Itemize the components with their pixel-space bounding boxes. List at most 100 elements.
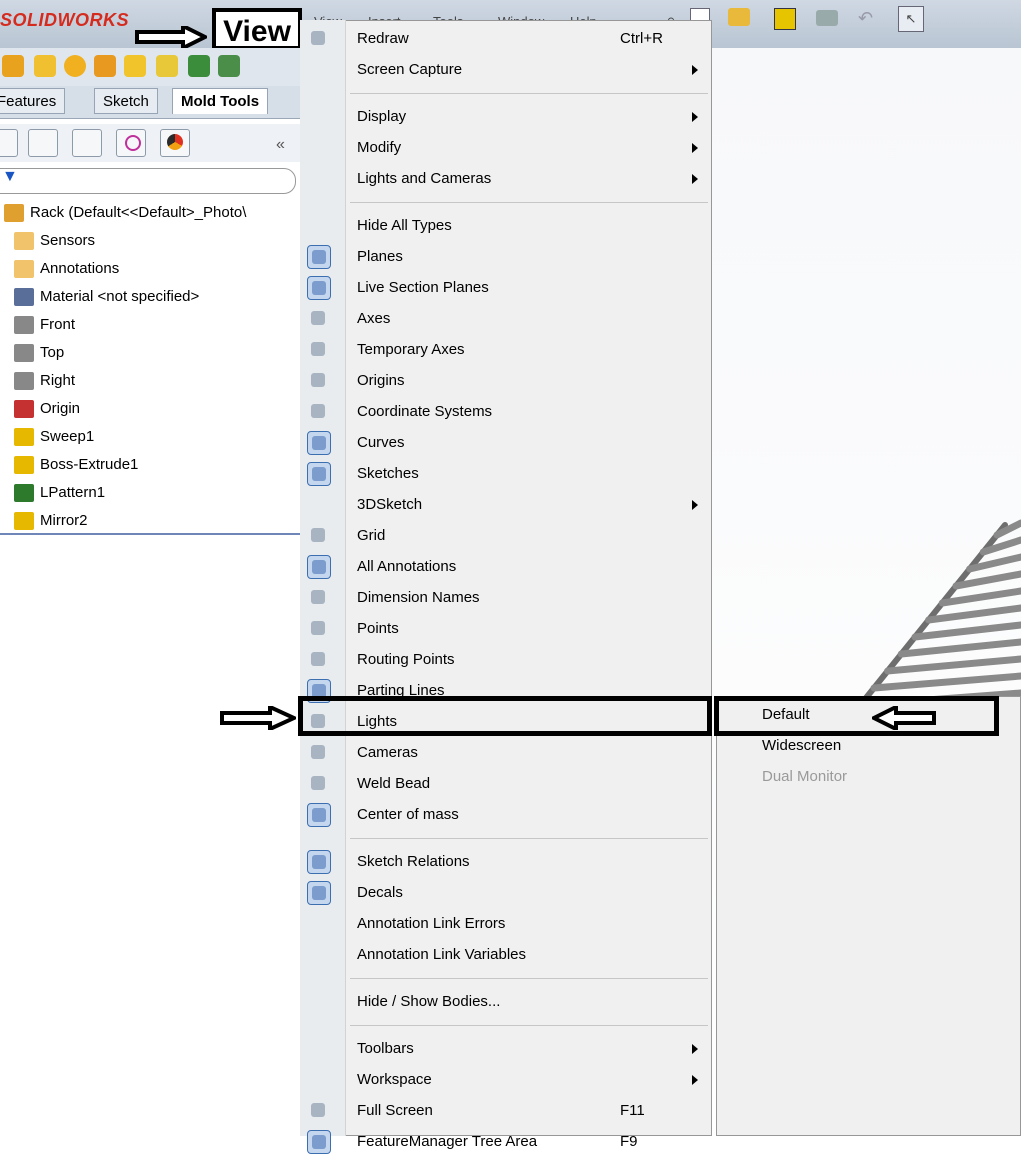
menu-item[interactable]: Sketches: [357, 459, 419, 489]
fillet-icon[interactable]: [124, 55, 146, 77]
menu-item[interactable]: Full Screen: [357, 1096, 433, 1126]
submenu-arrow-icon: [692, 1075, 698, 1085]
center-of-mass-icon: [307, 803, 331, 827]
extrude-icon[interactable]: [2, 55, 24, 77]
menu-item[interactable]: Routing Points: [357, 645, 455, 675]
property-manager-icon[interactable]: [28, 129, 58, 157]
submenu-arrow-icon: [692, 500, 698, 510]
menu-separator: [350, 202, 708, 203]
rib-icon[interactable]: [156, 55, 178, 77]
tree-item[interactable]: Front: [14, 312, 75, 338]
menu-item[interactable]: Screen Capture: [357, 55, 462, 85]
menu-item[interactable]: Modify: [357, 133, 401, 163]
annotation-icon: [14, 260, 34, 279]
tree-rollback-bar[interactable]: [0, 533, 308, 535]
menu-item[interactable]: All Annotations: [357, 552, 456, 582]
loft-icon[interactable]: [94, 55, 116, 77]
command-toolbar: [0, 48, 308, 86]
manager-tabs: [0, 124, 308, 162]
menu-item[interactable]: Display: [357, 102, 406, 132]
origin-icon: [14, 400, 34, 419]
undo-icon[interactable]: ↶: [858, 8, 873, 29]
feature-manager-icon[interactable]: [0, 129, 18, 157]
revolve-icon[interactable]: [34, 55, 56, 77]
sweep-icon: [14, 428, 34, 447]
menu-item[interactable]: Toolbars: [357, 1034, 414, 1064]
tree-item[interactable]: Mirror2: [14, 508, 88, 534]
menu-item[interactable]: Origins: [357, 366, 405, 396]
submenu-arrow-icon: [692, 65, 698, 75]
workspace-option[interactable]: Dual Monitor: [762, 762, 847, 792]
tree-item[interactable]: LPattern1: [14, 480, 105, 506]
tree-item-label: Material <not specified>: [40, 288, 200, 305]
rack-bar: [897, 638, 1021, 658]
tab-sketch[interactable]: Sketch: [94, 88, 158, 114]
tree-item[interactable]: Top: [14, 340, 64, 366]
menu-item[interactable]: Cameras: [357, 738, 418, 768]
menu-item[interactable]: Weld Bead: [357, 769, 430, 799]
pattern-icon[interactable]: [188, 55, 210, 77]
tree-item[interactable]: Origin: [14, 396, 80, 422]
menu-item[interactable]: Temporary Axes: [357, 335, 465, 365]
menu-item[interactable]: Annotation Link Variables: [357, 940, 526, 970]
mirror-icon[interactable]: [218, 55, 240, 77]
menu-item[interactable]: Redraw: [357, 24, 409, 54]
weld-bead-icon: [307, 772, 331, 796]
menu-item[interactable]: 3DSketch: [357, 490, 422, 520]
tab-mold-tools[interactable]: Mold Tools: [172, 88, 269, 114]
sensor-icon: [14, 232, 34, 251]
collapse-panel-icon[interactable]: «: [276, 136, 285, 154]
tree-item[interactable]: Right: [14, 368, 75, 394]
menu-item[interactable]: Curves: [357, 428, 405, 458]
menu-item[interactable]: Dimension Names: [357, 583, 480, 613]
sweep-icon[interactable]: [64, 55, 86, 77]
arrow-right-icon: [220, 706, 296, 730]
tree-item-label: Sensors: [40, 232, 96, 249]
menu-item[interactable]: Lights and Cameras: [357, 164, 491, 194]
tab-features[interactable]: Features: [0, 88, 66, 114]
tree-item-label: Boss-Extrude1: [40, 456, 139, 473]
tree-item[interactable]: Annotations: [14, 256, 119, 282]
open-folder-icon[interactable]: [728, 8, 750, 26]
filter-input[interactable]: [0, 168, 296, 194]
origins-icon: [307, 369, 331, 393]
arrow-right-icon: [135, 26, 207, 48]
select-arrow-icon[interactable]: ↖: [898, 6, 924, 32]
display-manager-icon[interactable]: [160, 129, 190, 157]
sketch-relations-icon: [307, 850, 331, 874]
menu-item[interactable]: Center of mass: [357, 800, 459, 830]
axes-icon: [307, 307, 331, 331]
menu-item[interactable]: Grid: [357, 521, 385, 551]
mirror-icon: [14, 512, 34, 531]
rebuild-icon[interactable]: [774, 8, 796, 30]
menu-item[interactable]: Axes: [357, 304, 390, 334]
tree-item[interactable]: Rack (Default<<Default>_Photo\: [4, 200, 246, 226]
menu-item[interactable]: Workspace: [357, 1065, 432, 1095]
menu-item[interactable]: FeatureManager Tree Area: [357, 1127, 537, 1157]
menu-item[interactable]: Planes: [357, 242, 403, 272]
menu-item[interactable]: Coordinate Systems: [357, 397, 492, 427]
menu-separator: [350, 93, 708, 94]
extrude-icon: [14, 456, 34, 475]
tree-item[interactable]: Sweep1: [14, 424, 94, 450]
menu-separator: [350, 1025, 708, 1026]
dimxpert-icon[interactable]: [116, 129, 146, 157]
configuration-manager-icon[interactable]: [72, 129, 102, 157]
view-callout: View: [212, 8, 302, 50]
tree-item-label: Sweep1: [40, 428, 95, 445]
menu-item[interactable]: Annotation Link Errors: [357, 909, 505, 939]
tree-item[interactable]: Sensors: [14, 228, 95, 254]
menu-item[interactable]: Hide All Types: [357, 211, 452, 241]
menu-item[interactable]: Sketch Relations: [357, 847, 470, 877]
menu-item[interactable]: Hide / Show Bodies...: [357, 987, 500, 1017]
print-icon[interactable]: [816, 10, 838, 26]
menu-item[interactable]: Live Section Planes: [357, 273, 489, 303]
tree-item[interactable]: Boss-Extrude1: [14, 452, 138, 478]
funnel-icon[interactable]: ▼: [2, 168, 18, 186]
menu-item[interactable]: Points: [357, 614, 399, 644]
cameras-icon: [307, 741, 331, 765]
solidworks-logo: SOLIDWORKS: [0, 10, 129, 30]
tree-item[interactable]: Material <not specified>: [14, 284, 199, 310]
menu-item[interactable]: Decals: [357, 878, 403, 908]
grid-icon: [307, 524, 331, 548]
